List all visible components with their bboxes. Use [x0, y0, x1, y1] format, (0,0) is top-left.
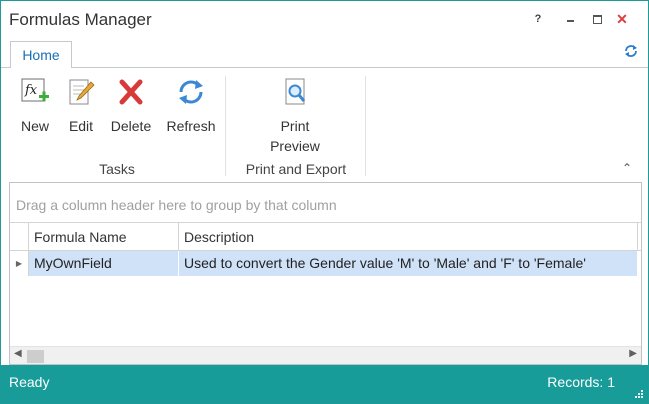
svg-text:fx: fx [24, 83, 38, 98]
minimize-button[interactable] [562, 11, 580, 27]
records-count: Records: 1 [547, 374, 615, 390]
row-indicator-arrow-icon: ▶ [10, 251, 29, 276]
group-panel-hint: Drag a column header here to group by th… [16, 197, 337, 213]
collapse-ribbon-icon[interactable]: ⌃ [622, 161, 632, 175]
header-row-indicator [10, 223, 29, 250]
delete-x-icon [119, 79, 143, 105]
edit-label: Edit [68, 118, 94, 134]
ribbon-home: fx New Edit Delete Refresh Tasks Print P… [1, 68, 648, 181]
resize-grip-icon[interactable] [634, 389, 644, 399]
formula-add-icon: fx [21, 78, 49, 102]
cell-description[interactable]: Used to convert the Gender value 'M' to … [179, 251, 638, 276]
scrollbar-thumb[interactable] [27, 350, 44, 363]
print-preview-button[interactable]: Print Preview [259, 76, 331, 156]
delete-button[interactable]: Delete [106, 76, 156, 136]
table-row[interactable]: ▶ MyOwnField Used to convert the Gender … [10, 251, 641, 276]
horizontal-scrollbar[interactable]: ◀ ▶ [10, 346, 641, 364]
grid-header: Formula Name Description [10, 223, 641, 251]
print-label: Print [280, 118, 310, 134]
group-label-tasks: Tasks [99, 161, 135, 177]
window-title: Formulas Manager [9, 10, 152, 29]
ribbon-tab-strip: Home [1, 39, 648, 69]
group-label-print-export: Print and Export [245, 161, 347, 177]
tab-home[interactable]: Home [10, 41, 72, 69]
scroll-right-icon[interactable]: ▶ [629, 348, 637, 359]
edit-pencil-icon [69, 79, 95, 105]
refresh-button[interactable]: Refresh [163, 76, 219, 136]
column-header-description[interactable]: Description [179, 223, 638, 250]
refresh-label: Refresh [166, 118, 216, 134]
delete-label: Delete [110, 118, 152, 134]
group-panel[interactable]: Drag a column header here to group by th… [10, 183, 641, 223]
title-bar: Formulas Manager ? ✕ [1, 1, 648, 39]
new-button[interactable]: fx New [15, 76, 55, 136]
maximize-button[interactable] [588, 11, 606, 27]
refresh-icon [179, 80, 203, 104]
formulas-manager-window: Formulas Manager ? ✕ Home fx New Edit De… [0, 0, 649, 404]
new-label: New [20, 118, 49, 134]
column-header-formula-name[interactable]: Formula Name [29, 223, 179, 250]
status-bar: Ready Records: 1 [1, 365, 648, 403]
status-ready: Ready [9, 374, 50, 390]
group-separator [225, 76, 226, 176]
formulas-grid: Drag a column header here to group by th… [9, 182, 642, 365]
help-button[interactable]: ? [529, 11, 547, 27]
edit-button[interactable]: Edit [63, 76, 99, 136]
sync-icon[interactable] [623, 43, 639, 59]
group-separator [365, 76, 366, 176]
scroll-left-icon[interactable]: ◀ [14, 348, 22, 359]
close-button[interactable]: ✕ [613, 11, 631, 27]
cell-formula-name[interactable]: MyOwnField [29, 251, 179, 276]
print-preview-icon [285, 78, 306, 105]
preview-label: Preview [270, 138, 320, 154]
